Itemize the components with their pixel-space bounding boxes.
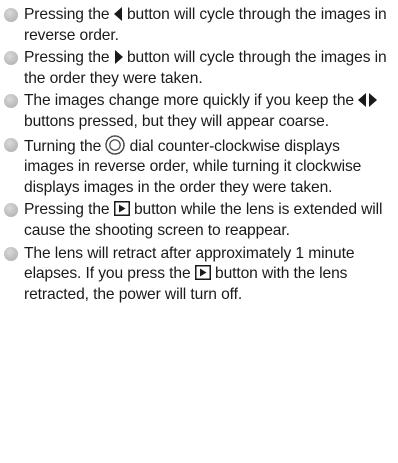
item-text-before: Pressing the — [24, 6, 114, 23]
left-right-arrows-icon — [358, 93, 378, 108]
bullet-dot — [4, 137, 18, 152]
manual-page: Pressing the button will cycle through t… — [0, 0, 398, 463]
item-text-before: Pressing the — [24, 49, 114, 67]
list-item: Pressing the button while the lens is ex… — [4, 200, 392, 241]
item-text-before: Turning the — [24, 137, 106, 155]
list-item: The images change more quickly if you ke… — [4, 91, 392, 132]
instruction-list: Pressing the button will cycle through t… — [4, 5, 392, 305]
item-text-before: Pressing the — [24, 201, 114, 219]
playback-icon — [194, 265, 211, 281]
bullet-dot — [4, 94, 18, 109]
list-item: Pressing the button will cycle through t… — [4, 5, 392, 46]
bullet-dot — [4, 203, 18, 218]
item-text-before: The images change more quickly if you ke… — [24, 92, 359, 110]
bullet-dot — [4, 8, 18, 22]
bullet-dot — [4, 51, 18, 66]
list-item: Turning the dial counter-clockwise displ… — [4, 134, 392, 199]
left-arrow-icon — [113, 7, 123, 21]
list-item: The lens will retract after approximatel… — [4, 244, 392, 306]
control-dial-icon — [105, 134, 126, 155]
right-arrow-icon — [114, 50, 123, 65]
playback-icon — [113, 201, 130, 217]
bullet-dot — [4, 246, 18, 261]
item-text-after: buttons pressed, but they will appear co… — [24, 112, 329, 130]
list-item: Pressing the button will cycle through t… — [4, 48, 392, 89]
